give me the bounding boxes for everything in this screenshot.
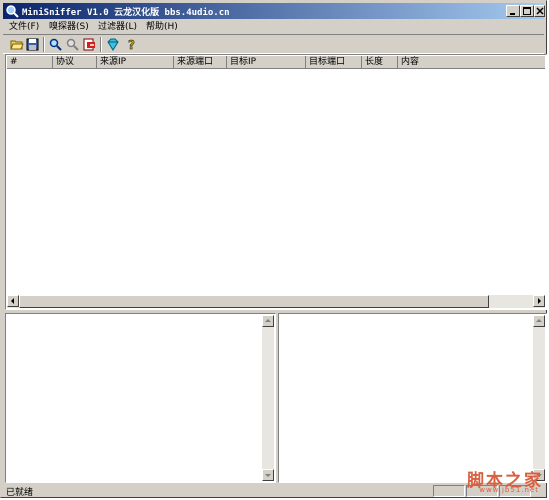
app-magnifier-icon bbox=[5, 4, 19, 18]
arrow-up-icon bbox=[265, 319, 271, 322]
hex-pane-vscrollbar[interactable] bbox=[533, 315, 545, 481]
arrow-left-icon bbox=[11, 298, 14, 304]
menu-sniffer[interactable]: 嗅探器(S) bbox=[49, 20, 89, 34]
column-header-protocol[interactable]: 协议 bbox=[53, 56, 97, 69]
scroll-left-button[interactable] bbox=[7, 295, 19, 307]
scroll-up-button[interactable] bbox=[262, 315, 274, 327]
packet-hex-pane[interactable] bbox=[278, 313, 547, 483]
arrow-down-icon bbox=[265, 474, 271, 477]
filter-gem-icon[interactable] bbox=[105, 37, 121, 52]
title-bar[interactable]: MiniSniffer V1.0 云龙汉化版 bbs.4udio.cn bbox=[3, 3, 545, 19]
scroll-down-button[interactable] bbox=[262, 469, 274, 481]
column-header-length[interactable]: 长度 bbox=[362, 56, 398, 69]
packet-detail-pane[interactable] bbox=[5, 313, 276, 483]
toolbar: ? bbox=[3, 34, 544, 54]
maximize-icon bbox=[523, 7, 531, 15]
scroll-up-button[interactable] bbox=[533, 315, 545, 327]
export-red-icon[interactable] bbox=[82, 37, 98, 52]
detail-pane-vscrollbar[interactable] bbox=[262, 315, 274, 481]
open-folder-icon[interactable] bbox=[9, 37, 25, 52]
column-header-index[interactable]: # bbox=[7, 56, 53, 69]
minimize-button[interactable] bbox=[506, 5, 520, 17]
window-title: MiniSniffer V1.0 云龙汉化版 bbs.4udio.cn bbox=[22, 8, 230, 18]
scroll-right-button[interactable] bbox=[533, 295, 545, 307]
arrow-up-icon bbox=[536, 319, 542, 322]
status-text: 已就绪 bbox=[6, 488, 34, 498]
stop-sniff-magnifier-icon[interactable] bbox=[65, 37, 81, 52]
toolbar-separator bbox=[100, 37, 102, 52]
maximize-button[interactable] bbox=[520, 5, 534, 17]
column-header-content[interactable]: 内容 bbox=[398, 56, 545, 69]
column-header-source-ip[interactable]: 来源IP bbox=[97, 56, 174, 69]
column-header-dest-port[interactable]: 目标端口 bbox=[306, 56, 362, 69]
menu-bar: 文件(F) 嗅探器(S) 过滤器(L) 帮助(H) bbox=[3, 20, 544, 34]
arrow-right-icon bbox=[538, 298, 541, 304]
packet-list-hscrollbar[interactable] bbox=[7, 295, 545, 308]
svg-text:?: ? bbox=[128, 38, 135, 51]
column-header-source-port[interactable]: 来源端口 bbox=[174, 56, 227, 69]
column-header-dest-ip[interactable]: 目标IP bbox=[227, 56, 306, 69]
toolbar-separator bbox=[43, 37, 45, 52]
close-button[interactable] bbox=[534, 5, 545, 17]
start-sniff-magnifier-icon[interactable] bbox=[48, 37, 64, 52]
site-watermark: 脚本之家 www.jb51.net bbox=[445, 466, 545, 496]
watermark-url: www.jb51.net bbox=[479, 486, 539, 494]
menu-file[interactable]: 文件(F) bbox=[9, 20, 39, 34]
packet-list[interactable]: # 协议 来源IP 来源端口 目标IP 目标端口 长度 内容 bbox=[5, 54, 547, 310]
packet-list-header: # 协议 来源IP 来源端口 目标IP 目标端口 长度 内容 bbox=[7, 56, 545, 69]
close-icon bbox=[536, 7, 544, 15]
menu-filter[interactable]: 过滤器(L) bbox=[98, 20, 137, 34]
menu-help[interactable]: 帮助(H) bbox=[146, 20, 178, 34]
save-disk-icon[interactable] bbox=[25, 37, 41, 52]
application-window: MiniSniffer V1.0 云龙汉化版 bbs.4udio.cn 文件(F… bbox=[0, 0, 547, 498]
help-question-icon[interactable]: ? bbox=[124, 37, 140, 52]
scroll-thumb[interactable] bbox=[19, 295, 489, 308]
minimize-icon bbox=[510, 13, 515, 15]
